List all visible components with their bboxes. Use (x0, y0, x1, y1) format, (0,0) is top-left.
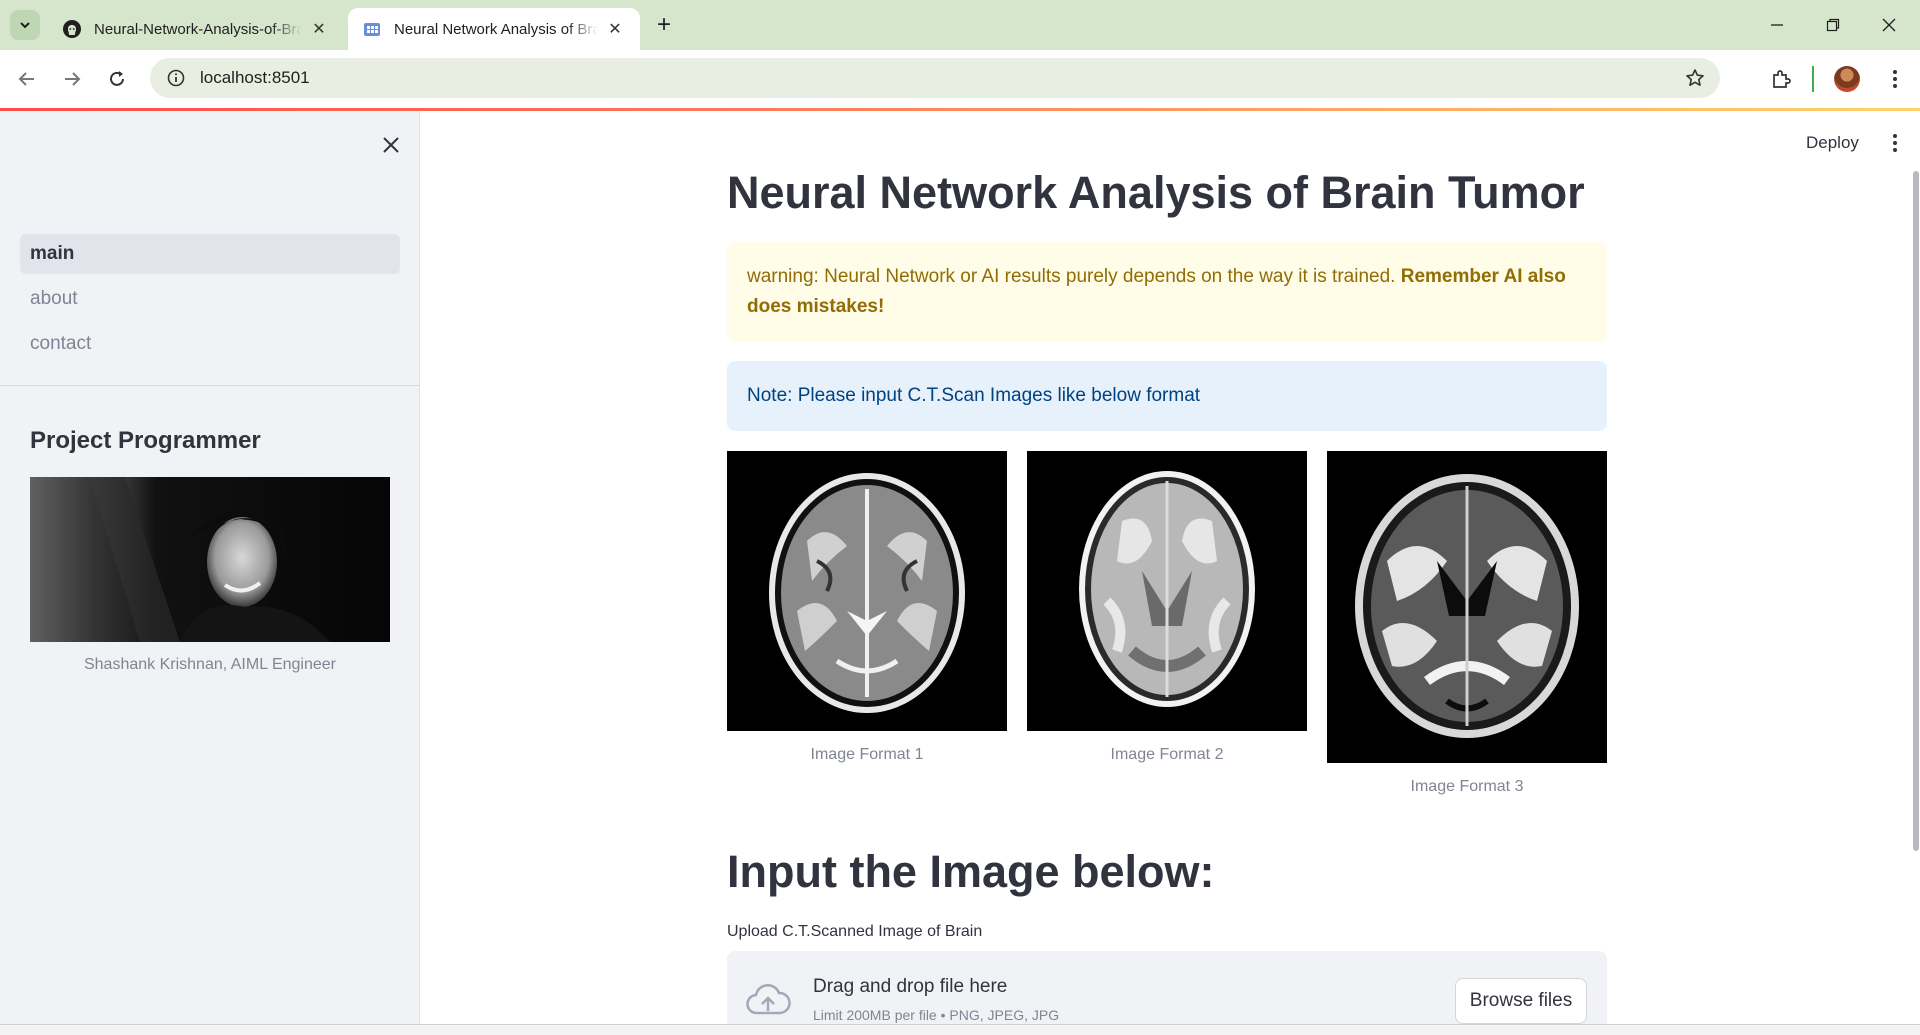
reload-icon[interactable] (102, 64, 132, 94)
scan-image-2 (1027, 451, 1307, 731)
tab-title: Neural Network Analysis of Brain Tumor (394, 20, 598, 38)
browser-tab-streamlit[interactable]: Neural Network Analysis of Brain Tumor ✕ (348, 8, 640, 50)
close-window-icon[interactable] (1866, 10, 1912, 40)
warning-alert: warning: Neural Network or AI results pu… (727, 242, 1607, 342)
close-tab-icon[interactable]: ✕ (604, 18, 626, 40)
toolbar-separator (1812, 66, 1814, 92)
site-info-icon[interactable] (164, 66, 188, 90)
url-text: localhost:8501 (200, 68, 310, 87)
sidebar-item-label: about (30, 288, 78, 309)
forward-arrow-icon[interactable] (57, 64, 87, 94)
dropzone-title: Drag and drop file here (813, 976, 1008, 997)
sidebar-item-main[interactable]: main (20, 234, 400, 274)
tab-title: Neural-Network-Analysis-of-Brain-Tumor (94, 20, 302, 38)
page-title: Neural Network Analysis of Brain Tumor (727, 167, 1585, 218)
warning-text: warning: Neural Network or AI results pu… (747, 266, 1401, 287)
image-caption-1: Image Format 1 (810, 746, 924, 763)
file-dropzone[interactable]: Drag and drop file here Limit 200MB per … (727, 951, 1607, 1031)
taskbar-edge (0, 1024, 1920, 1035)
bookmark-star-icon[interactable] (1684, 67, 1706, 89)
info-alert: Note: Please input C.T.Scan Images like … (727, 361, 1607, 431)
browser-tab-bar: Neural-Network-Analysis-of-Brain-Tumor ✕… (0, 0, 1920, 50)
warning-message: warning: Neural Network or AI results pu… (747, 262, 1587, 322)
sidebar-item-about[interactable]: about (20, 279, 400, 319)
streamlit-icon (362, 19, 382, 39)
extensions-puzzle-icon[interactable] (1766, 64, 1796, 94)
close-tab-icon[interactable]: ✕ (308, 18, 330, 40)
close-sidebar-icon[interactable] (376, 130, 406, 160)
sidebar-item-label: main (30, 243, 75, 264)
browse-files-button[interactable]: Browse files (1455, 978, 1587, 1024)
upload-heading: Input the Image below: (727, 846, 1215, 897)
sidebar-heading: Project Programmer (30, 427, 261, 454)
back-arrow-icon[interactable] (12, 64, 42, 94)
photo-caption: Shashank Krishnan, AIML Engineer (83, 656, 336, 673)
sidebar-item-contact[interactable]: contact (20, 324, 400, 364)
programmer-photo (30, 477, 390, 642)
sidebar-divider (0, 385, 420, 386)
upload-label: Upload C.T.Scanned Image of Brain (727, 923, 983, 940)
sidebar: main about contact Project Programmer Sh… (0, 111, 420, 1024)
restore-icon[interactable] (1810, 10, 1856, 40)
scan-image-1 (727, 451, 1007, 731)
address-bar[interactable]: localhost:8501 (150, 58, 1720, 98)
scrollbar-thumb[interactable] (1913, 171, 1919, 851)
scan-image-3 (1327, 451, 1607, 763)
profile-avatar-icon[interactable] (1832, 64, 1862, 94)
github-icon (62, 19, 82, 39)
tab-search-chevron-icon[interactable] (10, 10, 40, 40)
image-caption-3: Image Format 3 (1410, 778, 1524, 795)
image-caption-2: Image Format 2 (1110, 746, 1224, 763)
cloud-upload-icon (745, 981, 791, 1021)
browser-menu-icon[interactable] (1880, 64, 1910, 94)
browser-tab-github[interactable]: Neural-Network-Analysis-of-Brain-Tumor ✕ (48, 8, 344, 50)
sidebar-item-label: contact (30, 333, 92, 354)
app-menu-icon[interactable] (1881, 129, 1909, 157)
new-tab-plus-icon[interactable]: + (650, 12, 678, 40)
deploy-button[interactable]: Deploy (1806, 129, 1859, 157)
dropzone-limit: Limit 200MB per file • PNG, JPEG, JPG (813, 1007, 1060, 1023)
minimize-icon[interactable] (1754, 10, 1800, 40)
browser-toolbar: localhost:8501 (0, 50, 1920, 108)
main-content-area: Deploy Neural Network Analysis of Brain … (421, 111, 1920, 1031)
info-text: Note: Please input C.T.Scan Images like … (747, 385, 1201, 406)
